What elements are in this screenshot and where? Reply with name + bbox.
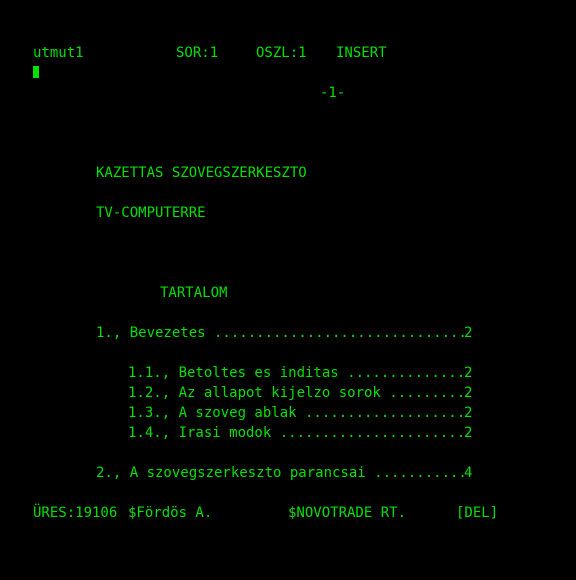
toc-entry-text: 1., Bevezetes ..........................… [96,325,467,341]
document-title: KAZETTAS SZOVEGSZERKESZTO [96,165,307,181]
toc-entry-page: 2 [464,385,473,401]
toc-entry-page: 2 [464,405,473,421]
toc-entry-text: 1.4., Irasi modok ...................... [128,425,466,441]
document-subtitle: TV-COMPUTERRE [96,205,206,221]
toc-entry-page: 2 [464,425,473,441]
toc-entry-text: 1.1., Betoltes es inditas .............. [128,365,466,381]
author-label: $Fördös A. [128,505,213,521]
page-marker: -1- [320,85,346,101]
free-memory-indicator: ÜRES:19106 [33,505,118,521]
toc-entry-text: 1.2., Az allapot kijelzo sorok ......... [128,385,466,401]
row-indicator: SOR:1 [176,45,219,61]
toc-entry-text: 2., A szovegszerkeszto parancsai .......… [96,465,467,481]
toc-heading: TARTALOM [160,285,228,301]
terminal-screen: utmut1 SOR:1 OSZL:1 INSERT -1- KAZETTAS … [0,0,576,580]
company-label: $NOVOTRADE RT. [288,505,407,521]
del-key-indicator: [DEL] [456,505,499,521]
toc-entry-page: 2 [464,325,473,341]
text-cursor [33,66,39,78]
column-indicator: OSZL:1 [256,45,307,61]
filename-label: utmut1 [33,45,84,61]
toc-entry-page: 4 [464,465,473,481]
toc-entry-text: 1.3., A szoveg ablak ................... [128,405,466,421]
mode-indicator: INSERT [336,45,387,61]
toc-entry-page: 2 [464,365,473,381]
